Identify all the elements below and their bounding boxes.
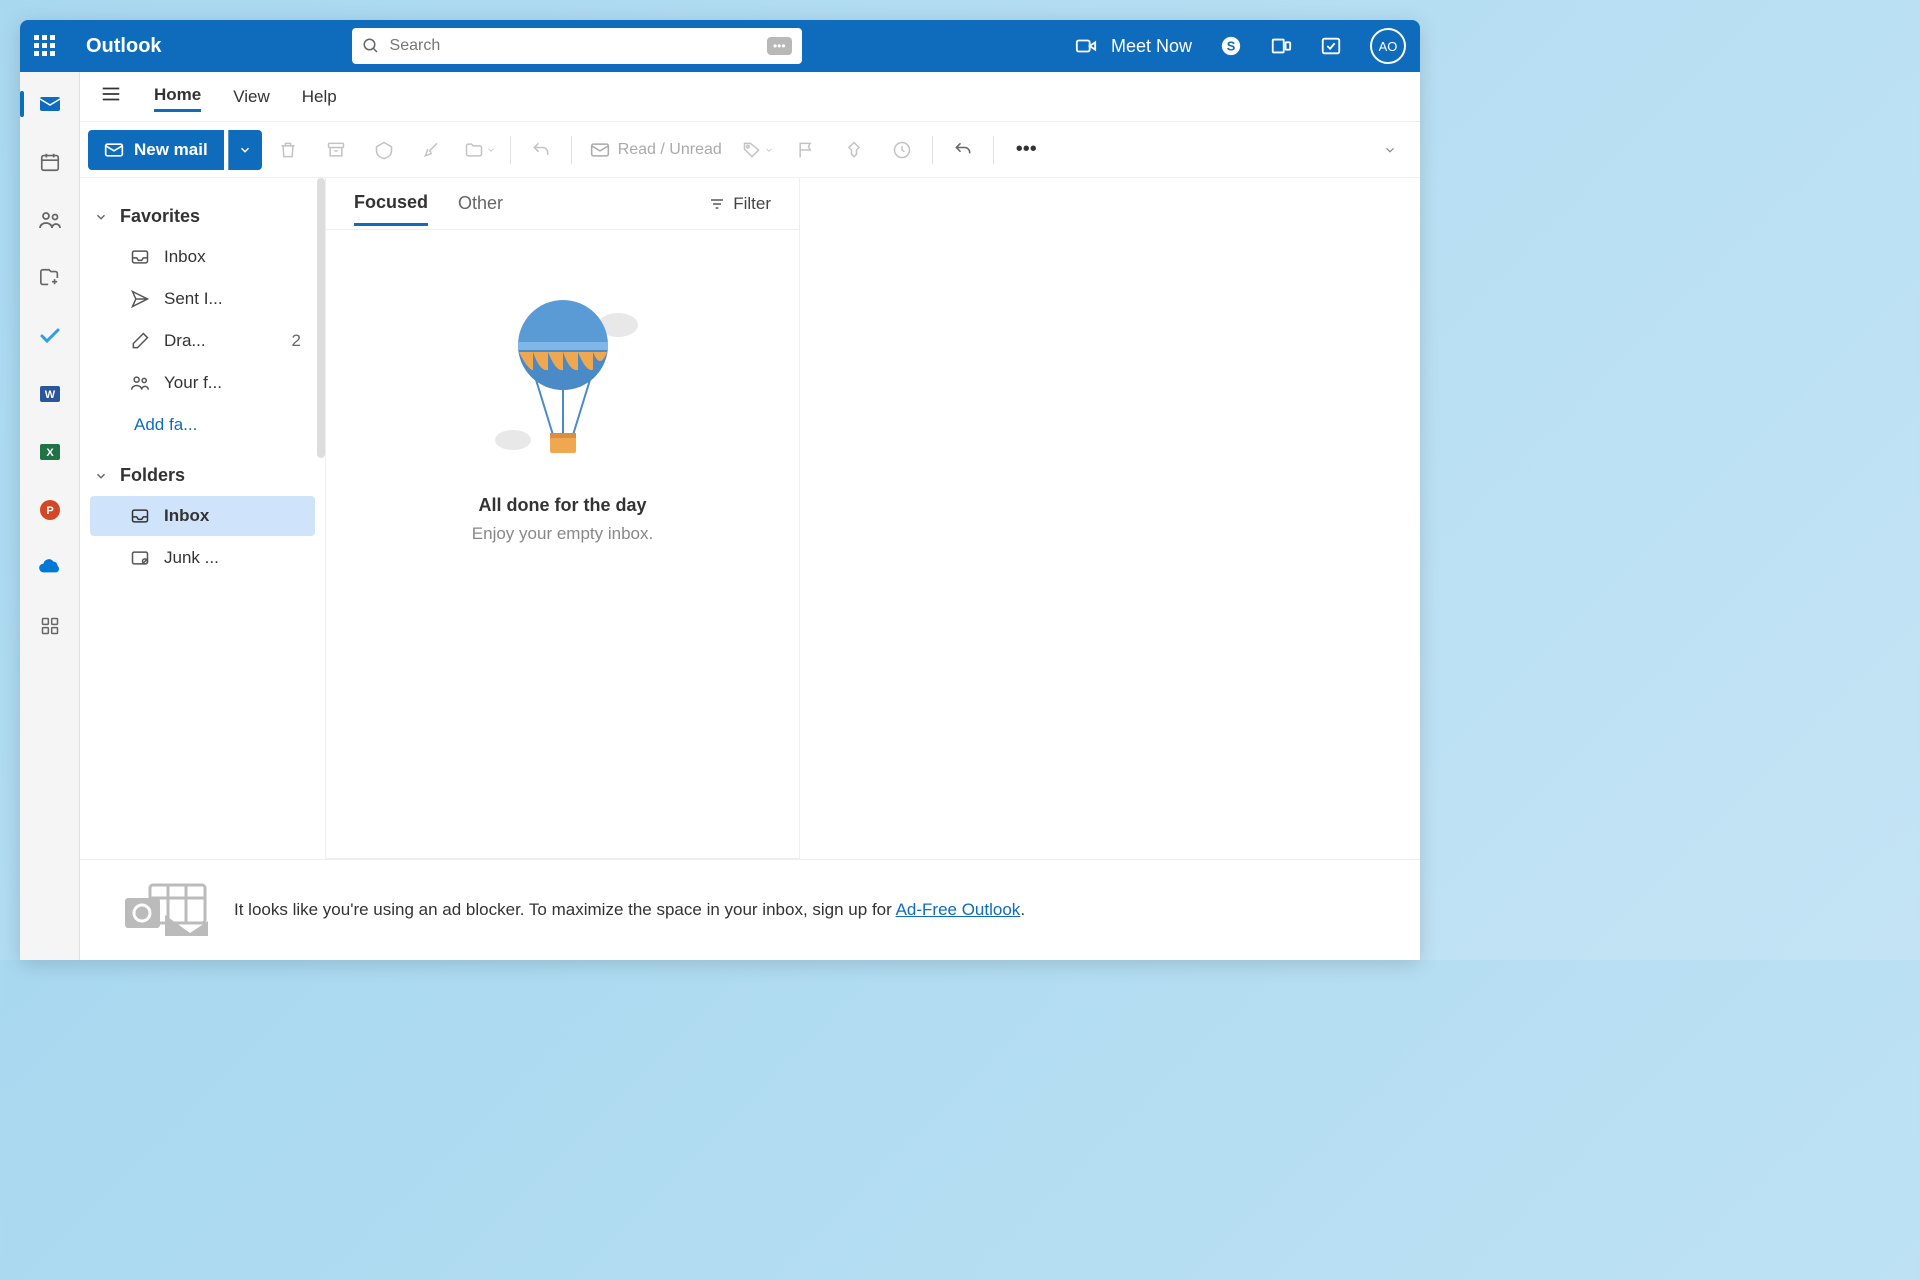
rail-powerpoint[interactable]: P: [36, 496, 64, 524]
nav-scrollbar[interactable]: [317, 178, 325, 458]
message-list: Focused Other Filter: [325, 178, 800, 859]
tab-focused[interactable]: Focused: [354, 182, 428, 226]
favorites-header[interactable]: Favorites: [80, 198, 325, 235]
new-mail-button[interactable]: New mail: [88, 130, 224, 170]
rail-people[interactable]: [36, 206, 64, 234]
rail-excel[interactable]: X: [36, 438, 64, 466]
reply-button[interactable]: [519, 130, 563, 170]
meet-now-button[interactable]: Meet Now: [1075, 35, 1192, 57]
people-icon: [130, 373, 150, 393]
folder-nav: Favorites Inbox Sent I... Dra...: [80, 178, 325, 859]
fav-drafts[interactable]: Dra... 2: [90, 321, 315, 361]
balloon-illustration: [478, 290, 648, 475]
folders-header[interactable]: Folders: [80, 457, 325, 494]
search-input[interactable]: [390, 37, 757, 55]
fav-sent[interactable]: Sent I...: [90, 279, 315, 319]
footer-banner: It looks like you're using an ad blocker…: [80, 859, 1420, 960]
archive-button[interactable]: [314, 130, 358, 170]
inbox-icon: [130, 247, 150, 267]
undo-button[interactable]: [941, 130, 985, 170]
delete-button[interactable]: [266, 130, 310, 170]
rail-word[interactable]: W: [36, 380, 64, 408]
drafts-icon: [130, 331, 150, 351]
svg-text:P: P: [46, 505, 53, 517]
sweep-button[interactable]: [410, 130, 454, 170]
skype-icon[interactable]: S: [1220, 35, 1242, 57]
tab-help[interactable]: Help: [302, 83, 337, 111]
titlebar: Outlook ••• Meet Now S AO: [20, 20, 1420, 72]
svg-text:X: X: [46, 447, 54, 459]
rail-calendar[interactable]: [36, 148, 64, 176]
folder-inbox[interactable]: Inbox: [90, 496, 315, 536]
empty-state: All done for the day Enjoy your empty in…: [326, 230, 799, 858]
search-badge: •••: [767, 37, 792, 55]
sent-icon: [130, 289, 150, 309]
empty-title: All done for the day: [478, 495, 646, 516]
svg-text:W: W: [44, 389, 55, 401]
move-button[interactable]: [458, 130, 502, 170]
mail-icon: [104, 140, 124, 160]
filter-button[interactable]: Filter: [709, 194, 771, 214]
rail-files[interactable]: [36, 264, 64, 292]
app-rail: W X P: [20, 72, 80, 960]
outlook-promo-icon: [120, 880, 210, 940]
filter-icon: [709, 196, 725, 212]
hamburger-icon[interactable]: [100, 83, 122, 110]
search-box[interactable]: •••: [352, 28, 802, 64]
tab-other[interactable]: Other: [458, 183, 503, 224]
inbox-icon: [130, 506, 150, 526]
report-button[interactable]: [362, 130, 406, 170]
account-avatar[interactable]: AO: [1370, 28, 1406, 64]
toolbar: New mail Read / Unread: [80, 122, 1420, 178]
new-mail-dropdown[interactable]: [228, 130, 262, 170]
tab-home[interactable]: Home: [154, 81, 201, 112]
collapse-ribbon[interactable]: [1368, 130, 1412, 170]
toolbar-more[interactable]: •••: [1002, 138, 1051, 161]
footer-text: It looks like you're using an ad blocker…: [234, 900, 896, 919]
add-favorite-link[interactable]: Add fa...: [80, 405, 325, 445]
search-icon: [362, 37, 380, 55]
chevron-down-icon: [94, 469, 108, 483]
rail-onedrive[interactable]: [36, 554, 64, 582]
adfree-link[interactable]: Ad-Free Outlook: [896, 900, 1021, 919]
app-title: Outlook: [86, 35, 162, 58]
rail-todo[interactable]: [36, 322, 64, 350]
rail-mail[interactable]: [36, 90, 64, 118]
snooze-button[interactable]: [880, 130, 924, 170]
flag-button[interactable]: [784, 130, 828, 170]
todo-header-icon[interactable]: [1320, 35, 1342, 57]
junk-icon: [130, 548, 150, 568]
app-launcher-icon[interactable]: [34, 35, 56, 57]
tag-button[interactable]: [736, 130, 780, 170]
svg-text:S: S: [1227, 39, 1236, 54]
video-icon: [1075, 35, 1097, 57]
teams-icon[interactable]: [1270, 35, 1292, 57]
rail-more-apps[interactable]: [36, 612, 64, 640]
tab-view[interactable]: View: [233, 83, 270, 111]
folder-junk[interactable]: Junk ...: [90, 538, 315, 578]
fav-inbox[interactable]: Inbox: [90, 237, 315, 277]
pin-button[interactable]: [832, 130, 876, 170]
empty-subtitle: Enjoy your empty inbox.: [472, 524, 653, 544]
read-unread-button[interactable]: Read / Unread: [580, 140, 732, 160]
chevron-down-icon: [94, 210, 108, 224]
envelope-icon: [590, 140, 610, 160]
ribbon-tabs: Home View Help: [80, 72, 1420, 122]
fav-group[interactable]: Your f...: [90, 363, 315, 403]
